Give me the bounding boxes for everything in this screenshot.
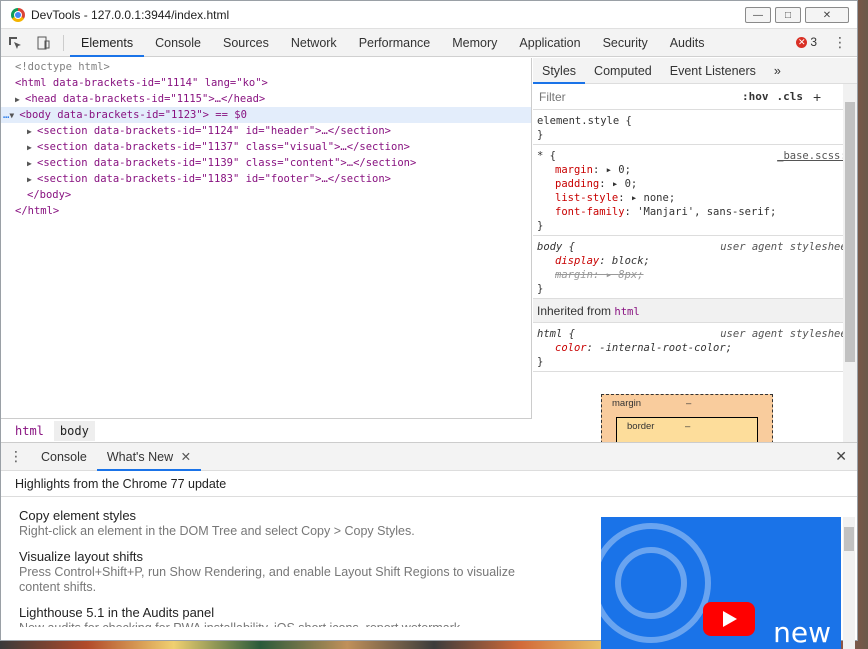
more-tabs-chevron-icon[interactable]: » [765,58,790,84]
box-model-diagram: margin – border – [533,372,857,454]
drawer-panel: ⋮ Console What's New ✕ ✕ Highlights from… [1,442,857,649]
list-item: Visualize layout shifts Press Control+Sh… [19,549,515,594]
styles-sidebar: Styles Computed Event Listeners » :hov .… [533,58,857,454]
drawer-menu-icon[interactable]: ⋮ [1,448,31,465]
body-ua-rule[interactable]: body { user agent stylesheet display: bl… [533,236,857,299]
hov-toggle[interactable]: :hov [742,90,769,103]
close-drawer-icon[interactable]: ✕ [835,448,847,465]
tab-console[interactable]: Console [144,29,212,57]
drawer-tab-whats-new[interactable]: What's New ✕ [96,443,202,471]
element-style-rule[interactable]: element.style { } [533,110,857,145]
dom-node-section-header[interactable]: ▶ <section data-brackets-id="1124" id="he… [1,123,531,139]
list-item: Copy element styles Right-click an eleme… [19,508,415,538]
prop-font-family[interactable]: font-family: 'Manjari', sans-serif; [537,205,853,219]
user-agent-stylesheet-label: user agent stylesheet [720,241,853,253]
sidebar-scrollbar[interactable] [843,84,857,442]
tab-network[interactable]: Network [280,29,348,57]
tab-elements[interactable]: Elements [70,29,145,57]
whats-new-list: Copy element styles Right-click an eleme… [1,507,857,649]
dom-node-section-footer[interactable]: ▶ <section data-brackets-id="1183" id="fo… [1,171,531,187]
devtools-toolbar: Elements Console Sources Network Perform… [1,29,857,57]
devtools-window: DevTools - 127.0.0.1:3944/index.html — □… [0,0,858,649]
dom-node-head[interactable]: ▶ <head data-brackets-id="1115">…</head> [1,91,531,107]
star-rule[interactable]: * { _base.scss:3 margin: ▸ 0; padding: ▸… [533,145,857,236]
whats-new-highlights: Highlights from the Chrome 77 update [1,471,857,497]
error-count: 3 [810,35,817,49]
star-rule-source-link[interactable]: _base.scss:3 [777,149,853,163]
dom-node-doctype[interactable]: <!doctype html> [1,59,531,75]
inherited-html-link[interactable]: html [614,306,639,318]
prop-padding[interactable]: padding: ▸ 0; [537,177,853,191]
breadcrumb-html[interactable]: html [9,421,50,441]
list-item: Lighthouse 5.1 in the Audits panel New a… [19,605,464,627]
drawer-scrollbar[interactable] [843,517,855,649]
tab-styles[interactable]: Styles [533,58,586,84]
tab-application[interactable]: Application [508,29,591,57]
error-counter[interactable]: ✕ 3 [796,35,817,49]
youtube-play-icon[interactable] [703,602,755,636]
close-tab-icon[interactable]: ✕ [181,450,191,464]
drawer-tab-console[interactable]: Console [31,443,97,471]
expand-arrow-icon[interactable]: ▶ [15,92,25,108]
inspect-element-icon[interactable] [1,29,29,57]
cls-toggle[interactable]: .cls [777,90,804,103]
tab-audits[interactable]: Audits [659,29,716,57]
tab-performance[interactable]: Performance [348,29,442,57]
tab-event-listeners[interactable]: Event Listeners [661,58,765,84]
dom-node-html-close[interactable]: </html> [1,203,531,219]
inherited-from-header: Inherited from html [533,299,857,323]
elements-dom-tree: <!doctype html> <html data-brackets-id="… [1,58,532,442]
styles-filter-input[interactable] [539,87,734,106]
minimize-button[interactable]: — [745,7,771,23]
dom-node-html[interactable]: <html data-brackets-id="1114" lang="ko"> [1,75,531,91]
expand-arrow-icon[interactable]: ▶ [27,156,37,172]
device-toolbar-icon[interactable] [29,29,57,57]
expand-arrow-icon[interactable]: ▶ [27,124,37,140]
body-selector: body { [537,241,575,253]
dom-node-section-content[interactable]: ▶ <section data-brackets-id="1139" class=… [1,155,531,171]
expand-arrow-icon[interactable]: ▶ [27,172,37,188]
prop-list-style[interactable]: list-style: ▸ none; [537,191,853,205]
dom-node-body-close[interactable]: </body> [1,187,531,203]
close-window-button[interactable]: ✕ [805,7,849,23]
decorative-circle [615,547,687,619]
more-options-icon[interactable]: ⋮ [833,35,847,49]
prop-margin-overridden[interactable]: margin: ▸ 8px; [537,268,853,282]
title-bar: DevTools - 127.0.0.1:3944/index.html — □… [1,1,857,29]
tab-memory[interactable]: Memory [441,29,508,57]
html-ua-rule[interactable]: html { user agent stylesheet color: -int… [533,323,857,372]
whats-new-video-thumbnail[interactable]: new [601,517,841,649]
html-selector: html { [537,328,575,340]
breadcrumb: html body [1,418,532,442]
collapse-arrow-icon[interactable]: ▼ [9,108,19,124]
user-agent-stylesheet-label: user agent stylesheet [720,328,853,340]
dom-node-body[interactable]: …▼ <body data-brackets-id="1123"> == $0 [1,107,531,123]
prop-margin[interactable]: margin: ▸ 0; [537,163,853,177]
toolbar-separator [63,34,64,51]
window-controls: — □ ✕ [745,7,849,23]
maximize-button[interactable]: □ [775,7,801,23]
styles-filter-row: :hov .cls + [533,84,857,110]
chrome-logo-icon [11,7,25,22]
drawer-tabs: ⋮ Console What's New ✕ ✕ [1,443,857,471]
scrollbar-thumb[interactable] [844,527,854,551]
main-panel: <!doctype html> <html data-brackets-id="… [1,58,857,454]
dom-node-section-visual[interactable]: ▶ <section data-brackets-id="1137" class=… [1,139,531,155]
expand-arrow-icon[interactable]: ▶ [27,140,37,156]
prop-display[interactable]: display: block; [537,254,853,268]
scrollbar-thumb[interactable] [845,102,855,362]
tab-security[interactable]: Security [592,29,659,57]
tab-computed[interactable]: Computed [585,58,661,84]
new-rule-plus-icon[interactable]: + [813,89,821,105]
star-selector: * { [537,150,556,162]
breadcrumb-body[interactable]: body [53,420,95,441]
sidebar-tabs: Styles Computed Event Listeners » [533,58,857,84]
prop-color[interactable]: color: -internal-root-color; [537,341,853,355]
tab-sources[interactable]: Sources [212,29,280,57]
video-new-label: new [773,616,831,649]
error-icon: ✕ [796,36,808,48]
window-title: DevTools - 127.0.0.1:3944/index.html [31,7,230,22]
